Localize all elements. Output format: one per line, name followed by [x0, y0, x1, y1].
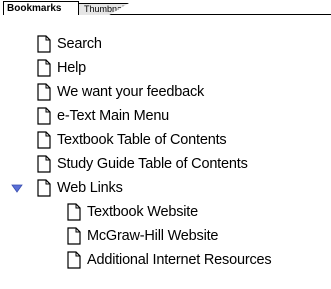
triangle-down-icon[interactable]: [11, 184, 23, 194]
bookmark-label: e-Text Main Menu: [57, 108, 170, 124]
bookmark-label: McGraw-Hill Website: [87, 228, 219, 244]
bookmark-label: Additional Internet Resources: [87, 252, 272, 268]
bookmark-item[interactable]: We want your feedback: [37, 80, 204, 104]
bookmark-child-item[interactable]: McGraw-Hill Website: [67, 224, 218, 248]
bookmark-item[interactable]: e-Text Main Menu: [37, 104, 169, 128]
page-icon: [67, 227, 81, 245]
page-icon: [37, 59, 51, 77]
bookmark-item[interactable]: Textbook Table of Contents: [37, 128, 227, 152]
bookmark-label: Web Links: [57, 180, 123, 196]
bookmark-label: Textbook Table of Contents: [57, 132, 227, 148]
page-icon: [37, 83, 51, 101]
bookmark-item[interactable]: Search: [37, 32, 102, 56]
bookmark-panel-tabs: Bookmarks Thumbnails: [3, 1, 331, 16]
bookmark-item[interactable]: Help: [37, 56, 86, 80]
bookmark-label: Help: [57, 60, 87, 76]
bookmark-item-web-links[interactable]: Web Links: [37, 176, 123, 200]
page-icon: [37, 35, 51, 53]
bookmark-item[interactable]: Study Guide Table of Contents: [37, 152, 248, 176]
page-icon: [37, 155, 51, 173]
page-icon: [37, 179, 51, 197]
page-icon: [67, 203, 81, 221]
bookmark-label: Search: [57, 36, 102, 52]
bookmark-label: We want your feedback: [57, 84, 205, 100]
bookmark-label: Study Guide Table of Contents: [57, 156, 248, 172]
page-icon: [37, 131, 51, 149]
page-icon: [67, 251, 81, 269]
page-icon: [37, 107, 51, 125]
bookmark-child-item[interactable]: Additional Internet Resources: [67, 248, 272, 272]
bookmark-label: Textbook Website: [87, 204, 198, 220]
tab-bookmarks[interactable]: Bookmarks: [3, 1, 79, 15]
bookmark-child-item[interactable]: Textbook Website: [67, 200, 198, 224]
